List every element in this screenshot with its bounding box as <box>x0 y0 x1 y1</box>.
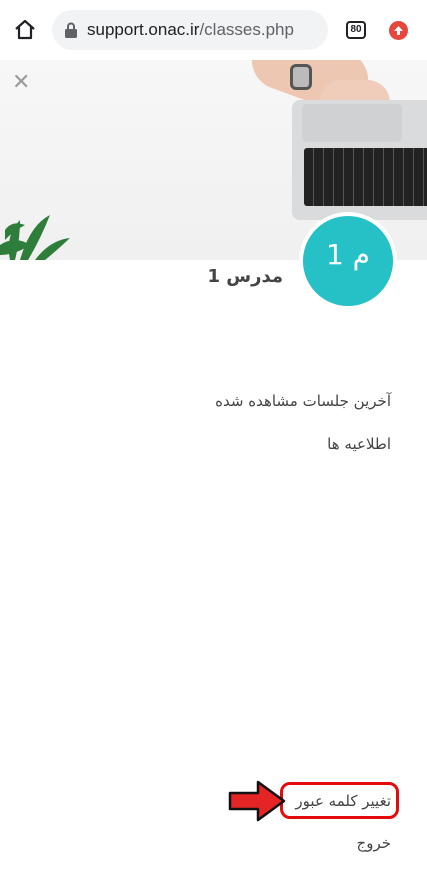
arrow-right-icon <box>228 780 286 822</box>
user-name: مدرس 1 <box>207 266 283 287</box>
menu-item-notices[interactable]: اطلاعیه ها <box>327 435 391 453</box>
laptop-keyboard <box>304 148 427 206</box>
watch-image <box>290 64 312 90</box>
url-text: support.onac.ir/classes.php <box>87 20 294 40</box>
tab-switcher-button[interactable]: 80 <box>346 21 366 39</box>
close-icon[interactable]: ✕ <box>12 72 30 94</box>
menu-item-logout[interactable]: خروج <box>357 834 391 852</box>
url-host: support.onac.ir <box>87 20 200 39</box>
plant-image <box>0 215 70 260</box>
update-arrow-icon[interactable] <box>389 21 408 40</box>
laptop-screen <box>302 104 402 142</box>
avatar: م 1 <box>299 212 397 310</box>
home-icon[interactable] <box>12 17 38 43</box>
menu-item-change-password[interactable]: تغییر کلمه عبور <box>295 792 391 810</box>
laptop-image <box>292 100 427 220</box>
browser-toolbar: support.onac.ir/classes.php 80 <box>0 0 427 60</box>
url-path: /classes.php <box>199 20 294 39</box>
lock-icon <box>64 22 78 38</box>
menu-item-recent-sessions[interactable]: آخرین جلسات مشاهده شده <box>215 392 391 410</box>
address-bar[interactable]: support.onac.ir/classes.php <box>52 10 328 50</box>
avatar-initials: م 1 <box>325 238 371 271</box>
